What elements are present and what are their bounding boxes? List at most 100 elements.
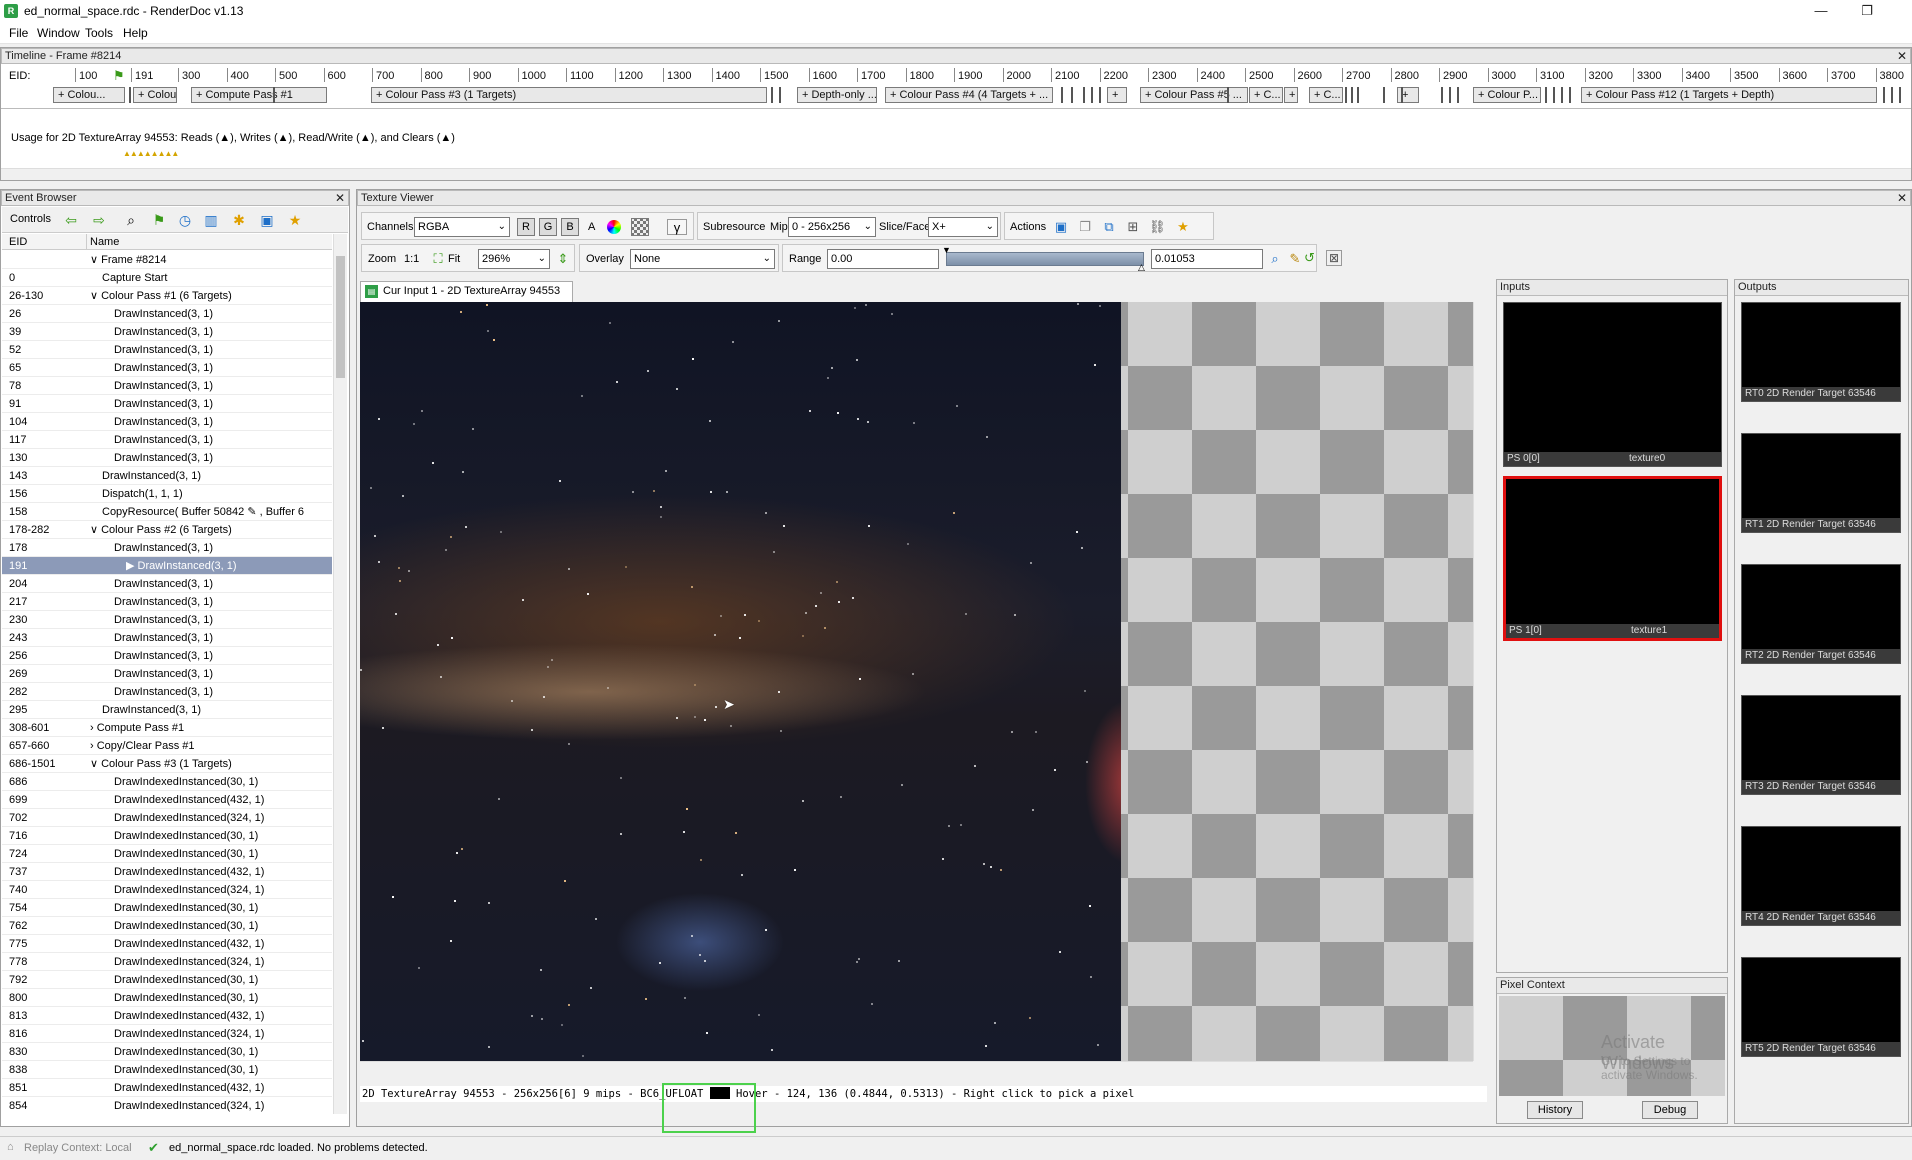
- find-binoculars-icon[interactable]: ⌕: [122, 212, 140, 228]
- timeline-pass[interactable]: + Colour Pass #3 (1 Targets): [371, 87, 767, 103]
- goto-location-icon[interactable]: ⊞: [1125, 219, 1141, 235]
- input-thumbnail-1[interactable]: PS 1[0] texture1: [1503, 476, 1722, 641]
- event-row[interactable]: 0 Capture Start: [2, 269, 332, 287]
- output-thumbnail[interactable]: RT2 2D Render Target 63546: [1741, 564, 1901, 664]
- event-row[interactable]: 740 DrawIndexedInstanced(324, 1): [2, 881, 332, 899]
- output-thumbnail[interactable]: RT1 2D Render Target 63546: [1741, 433, 1901, 533]
- channel-b-toggle[interactable]: B: [561, 218, 579, 236]
- timeline-event-marker[interactable]: [1441, 87, 1443, 103]
- event-row[interactable]: 204 DrawInstanced(3, 1): [2, 575, 332, 593]
- timeline-event-marker[interactable]: [1883, 87, 1885, 103]
- event-row[interactable]: 39 DrawInstanced(3, 1): [2, 323, 332, 341]
- event-row[interactable]: 686-1501 ∨ Colour Pass #3 (1 Targets): [2, 755, 332, 773]
- channel-r-toggle[interactable]: R: [517, 218, 535, 236]
- timeline-event-marker[interactable]: [129, 87, 131, 103]
- timeline-pass[interactable]: + Compute Pass #1: [191, 87, 327, 103]
- event-row[interactable]: 754 DrawIndexedInstanced(30, 1): [2, 899, 332, 917]
- input-thumbnail-0[interactable]: PS 0[0] texture0: [1503, 302, 1722, 467]
- event-row[interactable]: 686 DrawIndexedInstanced(30, 1): [2, 773, 332, 791]
- event-row[interactable]: 26 DrawInstanced(3, 1): [2, 305, 332, 323]
- event-row[interactable]: 217 DrawInstanced(3, 1): [2, 593, 332, 611]
- mip-select[interactable]: 0 - 256x256 ⌄: [788, 217, 876, 237]
- bookmark-flag-icon[interactable]: ⚑: [150, 212, 168, 228]
- replay-context-label[interactable]: Replay Context: Local: [24, 1142, 132, 1154]
- event-row[interactable]: 156 Dispatch(1, 1, 1): [2, 485, 332, 503]
- close-icon[interactable]: ✕: [1897, 191, 1907, 205]
- event-row[interactable]: 178-282 ∨ Colour Pass #2 (6 Targets): [2, 521, 332, 539]
- range-min-handle-icon[interactable]: ▼: [942, 245, 951, 255]
- column-name[interactable]: Name: [90, 236, 119, 248]
- output-thumbnail[interactable]: RT4 2D Render Target 63546: [1741, 826, 1901, 926]
- event-row[interactable]: 816 DrawIndexedInstanced(324, 1): [2, 1025, 332, 1043]
- event-row[interactable]: 657-660 › Copy/Clear Pass #1: [2, 737, 332, 755]
- channel-a-toggle[interactable]: A: [588, 221, 595, 233]
- event-row[interactable]: 52 DrawInstanced(3, 1): [2, 341, 332, 359]
- overlay-select[interactable]: None ⌄: [630, 249, 775, 269]
- timeline-pass[interactable]: + Colour P...: [1473, 87, 1541, 103]
- scrollbar-thumb[interactable]: [336, 256, 345, 378]
- timeline-pass[interactable]: + Depth-only ...: [797, 87, 877, 103]
- event-row[interactable]: 724 DrawIndexedInstanced(30, 1): [2, 845, 332, 863]
- timeline-pass[interactable]: + Colour Pass #4 (4 Targets + ...: [885, 87, 1053, 103]
- timeline-event-marker[interactable]: [1071, 87, 1073, 103]
- timeline-event-marker[interactable]: [779, 87, 781, 103]
- timeline-event-marker[interactable]: [1899, 87, 1901, 103]
- checkerboard-icon[interactable]: [631, 218, 649, 236]
- event-row[interactable]: 91 DrawInstanced(3, 1): [2, 395, 332, 413]
- timeline-pass[interactable]: +: [1284, 87, 1298, 103]
- star-icon[interactable]: ★: [286, 212, 304, 228]
- timeline-event-marker[interactable]: [1561, 87, 1563, 103]
- menu-help[interactable]: Help: [123, 26, 148, 40]
- view-raw-icon[interactable]: ⧉: [1101, 219, 1117, 235]
- event-row[interactable]: 117 DrawInstanced(3, 1): [2, 431, 332, 449]
- fit-icon[interactable]: ⛶: [430, 251, 446, 267]
- output-thumbnail[interactable]: RT0 2D Render Target 63546: [1741, 302, 1901, 402]
- event-row[interactable]: 269 DrawInstanced(3, 1): [2, 665, 332, 683]
- event-row[interactable]: 854 DrawIndexedInstanced(324, 1): [2, 1097, 332, 1113]
- fit-button[interactable]: Fit: [448, 253, 460, 265]
- event-row[interactable]: 716 DrawIndexedInstanced(30, 1): [2, 827, 332, 845]
- timeline-event-marker[interactable]: [1357, 87, 1359, 103]
- canvas-horizontal-scrollbar[interactable]: [360, 1061, 1473, 1072]
- event-row[interactable]: 295 DrawInstanced(3, 1): [2, 701, 332, 719]
- event-row[interactable]: 104 DrawInstanced(3, 1): [2, 413, 332, 431]
- flip-vertical-icon[interactable]: ⇕: [555, 251, 571, 267]
- slice-face-select[interactable]: X+ ⌄: [928, 217, 998, 237]
- event-row[interactable]: 775 DrawIndexedInstanced(432, 1): [2, 935, 332, 953]
- event-row[interactable]: 838 DrawIndexedInstanced(30, 1): [2, 1061, 332, 1079]
- tab-cur-input[interactable]: ▤ Cur Input 1 - 2D TextureArray 94553: [360, 281, 573, 302]
- event-row[interactable]: 702 DrawIndexedInstanced(324, 1): [2, 809, 332, 827]
- event-row[interactable]: 851 DrawIndexedInstanced(432, 1): [2, 1079, 332, 1097]
- timeline-pass[interactable]: + Colour Pass #12 (1 Targets + Depth): [1581, 87, 1877, 103]
- event-row[interactable]: 178 DrawInstanced(3, 1): [2, 539, 332, 557]
- event-row[interactable]: 282 DrawInstanced(3, 1): [2, 683, 332, 701]
- timeline-pass[interactable]: + C...: [1249, 87, 1283, 103]
- timeline-event-marker[interactable]: [1345, 87, 1347, 103]
- auto-fit-icon[interactable]: ✎: [1287, 251, 1303, 267]
- timeline-event-marker[interactable]: [1569, 87, 1571, 103]
- timeline-event-marker[interactable]: [1351, 87, 1353, 103]
- timeline-event-marker[interactable]: [1545, 87, 1547, 103]
- debug-button[interactable]: Debug: [1642, 1101, 1698, 1119]
- event-row[interactable]: 158 CopyResource( Buffer 50842 ✎ , Buffer…: [2, 503, 332, 521]
- timeline-pass[interactable]: + Colou...: [53, 87, 125, 103]
- star-icon[interactable]: ★: [1175, 219, 1191, 235]
- range-max-handle-icon[interactable]: △: [1138, 262, 1145, 273]
- timeline-event-marker[interactable]: [1083, 87, 1085, 103]
- timeline-passes[interactable]: + Colou... + Colou... + Compute Pass #1 + C…: [1, 48, 1911, 108]
- event-row[interactable]: 256 DrawInstanced(3, 1): [2, 647, 332, 665]
- timeline-pass[interactable]: + Colou...: [133, 87, 177, 103]
- minimize-button[interactable]: —: [1798, 0, 1844, 22]
- event-row[interactable]: 230 DrawInstanced(3, 1): [2, 611, 332, 629]
- event-row[interactable]: 737 DrawIndexedInstanced(432, 1): [2, 863, 332, 881]
- canvas-vertical-scrollbar[interactable]: [1473, 302, 1487, 1061]
- zoom-range-icon[interactable]: ⌕: [1267, 251, 1283, 267]
- event-row[interactable]: 26-130 ∨ Colour Pass #1 (6 Targets): [2, 287, 332, 305]
- reset-range-icon[interactable]: ↺: [1304, 250, 1320, 266]
- save-icon[interactable]: ▣: [258, 212, 276, 228]
- color-wheel-icon[interactable]: [607, 220, 621, 234]
- event-row[interactable]: 699 DrawIndexedInstanced(432, 1): [2, 791, 332, 809]
- range-min-input[interactable]: 0.00: [827, 249, 939, 269]
- timeline-event-marker[interactable]: [1227, 87, 1229, 103]
- event-row[interactable]: 800 DrawIndexedInstanced(30, 1): [2, 989, 332, 1007]
